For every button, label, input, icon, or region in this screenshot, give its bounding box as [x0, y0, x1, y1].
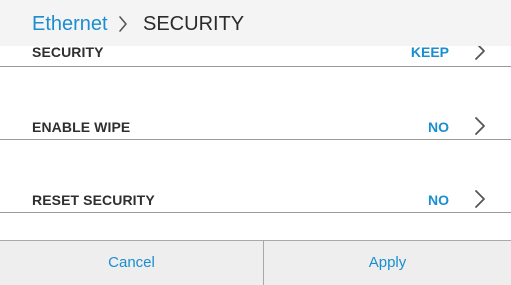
setting-label: RESET SECURITY [32, 192, 155, 208]
breadcrumb-parent-link[interactable]: Ethernet [32, 12, 108, 36]
chevron-right-icon [119, 16, 127, 32]
row-divider [0, 212, 511, 213]
setting-row-reset-security[interactable]: RESET SECURITY NO [0, 140, 511, 213]
setting-value: NO [428, 119, 449, 135]
cancel-button[interactable]: Cancel [0, 241, 263, 285]
action-bar: Cancel Apply [0, 240, 511, 285]
chevron-right-icon [475, 117, 485, 135]
setting-value: KEEP [410, 44, 449, 60]
setting-label: ENABLE WIPE [32, 119, 131, 135]
security-settings-screen: SECURITY KEEP ENABLE WIPE NO RESET SECUR… [0, 0, 511, 285]
setting-label: SECURITY [32, 44, 104, 60]
breadcrumb: Ethernet SECURITY [0, 0, 511, 46]
chevron-right-icon [475, 190, 485, 208]
apply-button[interactable]: Apply [264, 241, 511, 285]
page-title: SECURITY [143, 13, 245, 35]
setting-value: NO [428, 192, 449, 208]
setting-row-enable-wipe[interactable]: ENABLE WIPE NO [0, 67, 511, 140]
